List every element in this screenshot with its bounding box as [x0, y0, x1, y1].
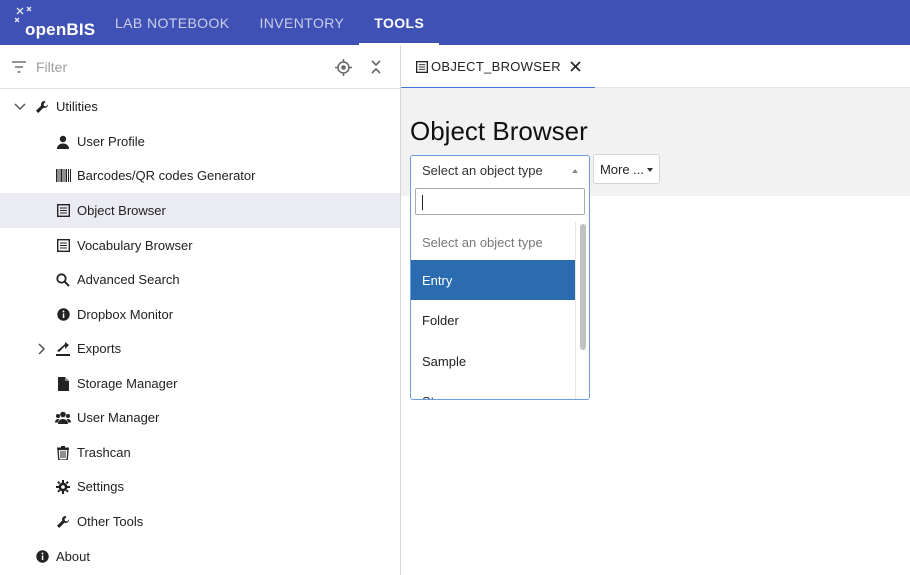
barcode-icon [55, 168, 71, 184]
tree-item-settings[interactable]: Settings [0, 469, 400, 504]
text-cursor [422, 195, 423, 210]
tree-item-other-tools[interactable]: Other Tools [0, 504, 400, 539]
tree-item-utilities[interactable]: Utilities [0, 89, 400, 124]
tree-item-label: About [56, 549, 90, 564]
more-button-label: More ... [599, 161, 645, 177]
object-type-dropdown: Select an object type Entry Folder Sampl… [410, 184, 590, 400]
object-type-select[interactable]: Select an object type [410, 155, 590, 185]
sidebar: Utilities User Profile Barcodes/QR codes… [0, 45, 401, 575]
tree-item-label: Other Tools [77, 514, 144, 529]
tree-item-label: Barcodes/QR codes Generator [77, 168, 256, 183]
filter-input[interactable] [36, 58, 316, 75]
tree-item-label: Trashcan [77, 445, 131, 460]
tab-label: OBJECT_BROWSER [431, 59, 561, 74]
openbis-logo[interactable]: openBIS [0, 0, 100, 45]
main-tab-bar: OBJECT_BROWSER [401, 45, 910, 89]
tree-item-object-browser[interactable]: Object Browser [0, 193, 400, 228]
caret-down-icon [647, 167, 654, 172]
dropdown-search-input[interactable] [415, 188, 585, 215]
filter-row [0, 45, 400, 89]
nav-tab-lab-notebook[interactable]: LAB NOTEBOOK [100, 0, 245, 45]
more-button[interactable]: More ... [593, 154, 660, 184]
tree-item-exports[interactable]: Exports [0, 331, 400, 366]
tree-item-label: Vocabulary Browser [77, 238, 193, 253]
tree-item-storage-manager[interactable]: Storage Manager [0, 366, 400, 401]
wrench-icon [34, 99, 50, 115]
table-icon [55, 238, 71, 254]
info-icon [34, 549, 50, 565]
tree-item-label: Utilities [56, 99, 98, 114]
wrench-icon [55, 514, 71, 530]
tree-item-about[interactable]: About [0, 539, 400, 574]
object-browser-panel: Object Browser Select an object type Mor… [401, 88, 910, 196]
page-title: Object Browser [410, 116, 588, 146]
chevron-down-icon[interactable] [13, 100, 27, 114]
tree-item-trashcan[interactable]: Trashcan [0, 435, 400, 470]
tree-item-user-profile[interactable]: User Profile [0, 124, 400, 159]
tree-item-label: User Profile [77, 134, 145, 149]
nav-tab-tools[interactable]: TOOLS [359, 0, 440, 45]
collapse-all-icon[interactable] [369, 59, 383, 75]
file-icon [55, 376, 71, 392]
tree-item-label: Settings [77, 479, 124, 494]
filter-icon [12, 60, 26, 73]
tree-item-vocabulary-browser[interactable]: Vocabulary Browser [0, 228, 400, 263]
close-icon[interactable] [570, 61, 581, 72]
tree-item-barcodes[interactable]: Barcodes/QR codes Generator [0, 158, 400, 193]
tree-item-label: Advanced Search [77, 272, 180, 287]
scrollbar-thumb[interactable] [580, 224, 586, 350]
dropdown-options-list: Select an object type Entry Folder Sampl… [411, 222, 575, 400]
locate-icon[interactable] [335, 59, 352, 76]
nav-tab-inventory[interactable]: INVENTORY [245, 0, 360, 45]
info-icon [55, 307, 71, 323]
chevron-right-icon[interactable] [35, 342, 49, 356]
search-icon [55, 272, 71, 288]
table-icon [55, 203, 71, 219]
export-icon [55, 341, 71, 357]
tree-item-label: User Manager [77, 410, 160, 425]
gear-icon [55, 479, 71, 495]
dropdown-option-storage[interactable]: Storage [411, 381, 575, 400]
user-icon [55, 134, 71, 150]
table-icon [416, 60, 428, 73]
tree-item-label: Storage Manager [77, 376, 178, 391]
dropdown-option-placeholder[interactable]: Select an object type [411, 222, 575, 262]
tree-item-user-manager[interactable]: User Manager [0, 400, 400, 435]
dropdown-option-sample[interactable]: Sample [411, 341, 575, 381]
tree-item-label: Dropbox Monitor [77, 307, 174, 322]
tree-item-dropbox-monitor[interactable]: Dropbox Monitor [0, 297, 400, 332]
logo-text: openBIS [25, 20, 96, 39]
dropdown-scrollbar[interactable] [575, 222, 589, 399]
top-navigation-bar: openBIS LAB NOTEBOOK INVENTORY TOOLS [0, 0, 910, 45]
tab-object-browser[interactable]: OBJECT_BROWSER [401, 45, 595, 89]
chevron-up-icon [572, 169, 578, 173]
tree-item-label: Object Browser [77, 203, 166, 218]
tree-item-advanced-search[interactable]: Advanced Search [0, 262, 400, 297]
tree-item-label: Exports [77, 341, 122, 356]
select-value: Select an object type [422, 162, 543, 178]
users-icon [55, 410, 71, 426]
dropdown-option-entry[interactable]: Entry [411, 260, 575, 300]
trash-icon [55, 445, 71, 461]
dropdown-option-folder[interactable]: Folder [411, 300, 575, 340]
